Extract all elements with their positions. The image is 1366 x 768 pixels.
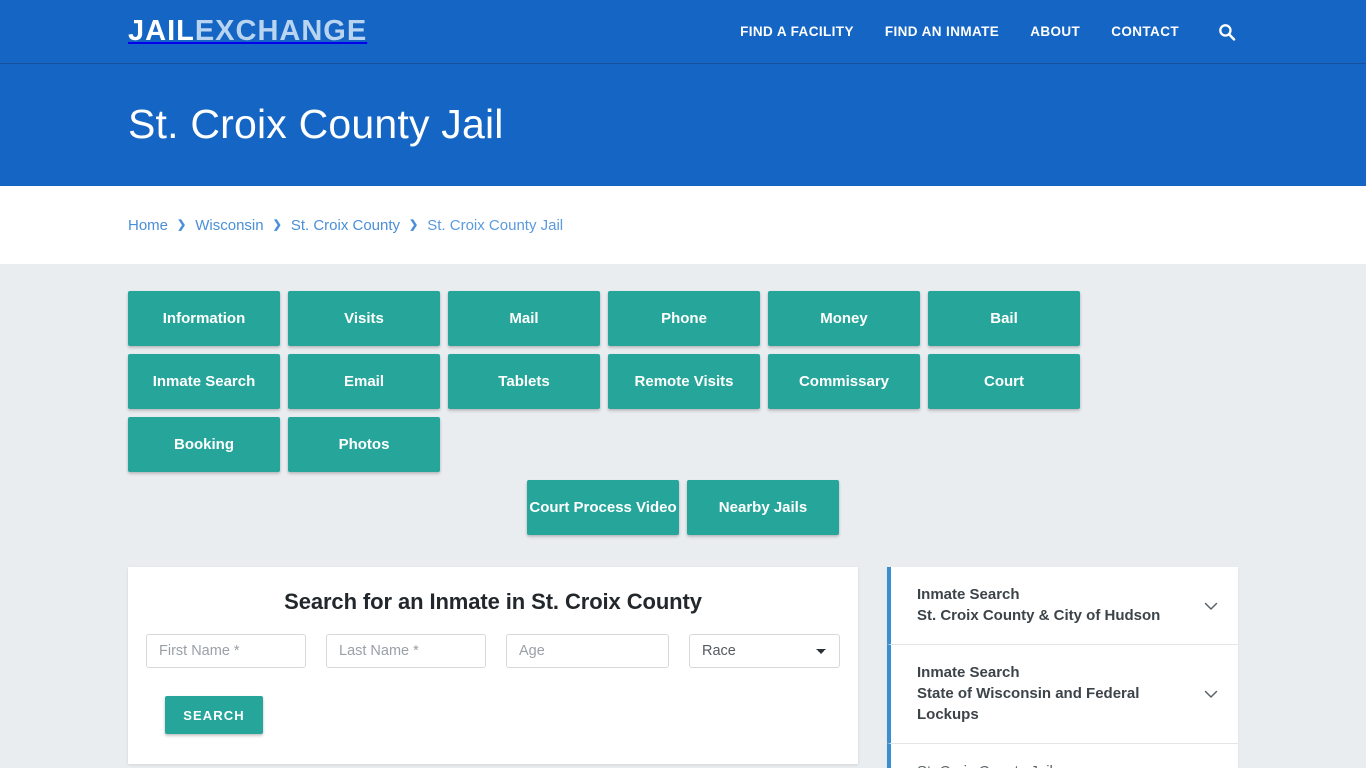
site-logo[interactable]: JAILEXCHANGE <box>128 17 367 46</box>
facility-section-tiles-row-3: Court Process Video Nearby Jails <box>128 480 1238 535</box>
accordion-item-text: St. Croix County Jail Contact Informatio… <box>917 762 1192 768</box>
chevron-down-icon <box>1202 685 1220 703</box>
first-name-input[interactable] <box>146 634 306 668</box>
tile-court-process-video[interactable]: Court Process Video <box>527 480 679 535</box>
inmate-search-card: Search for an Inmate in St. Croix County… <box>128 567 858 764</box>
sidebar-accordion: Inmate Search St. Croix County & City of… <box>887 567 1238 768</box>
chevron-right-icon: ❯ <box>272 218 282 231</box>
breadcrumb: Home ❯ Wisconsin ❯ St. Croix County ❯ St… <box>128 217 563 234</box>
search-fields: Race <box>146 634 840 668</box>
breadcrumb-item-current[interactable]: St. Croix County Jail <box>427 217 563 234</box>
tile-tablets[interactable]: Tablets <box>448 354 600 409</box>
accordion-item-line2: State of Wisconsin and Federal Lockups <box>917 685 1140 723</box>
age-input[interactable] <box>506 634 669 668</box>
accordion-item-inmate-search-state[interactable]: Inmate Search State of Wisconsin and Fed… <box>887 645 1238 745</box>
tile-inmate-search[interactable]: Inmate Search <box>128 354 280 409</box>
tile-booking[interactable]: Booking <box>128 417 280 472</box>
nav-item-about[interactable]: ABOUT <box>1030 24 1080 39</box>
accordion-item-line1: Inmate Search <box>917 586 1020 603</box>
breadcrumb-item-home[interactable]: Home <box>128 217 168 234</box>
tile-email[interactable]: Email <box>288 354 440 409</box>
page-body: Information Visits Mail Phone Money Bail… <box>0 264 1366 768</box>
chevron-right-icon: ❯ <box>409 218 419 231</box>
breadcrumb-item-st-croix-county[interactable]: St. Croix County <box>291 217 400 234</box>
tile-court[interactable]: Court <box>928 354 1080 409</box>
tile-information[interactable]: Information <box>128 291 280 346</box>
search-icon[interactable] <box>1216 21 1238 43</box>
nav-item-contact[interactable]: CONTACT <box>1111 24 1179 39</box>
content-columns: Search for an Inmate in St. Croix County… <box>128 567 1238 768</box>
accordion-item-text: Inmate Search St. Croix County & City of… <box>917 585 1192 626</box>
tile-nearby-jails[interactable]: Nearby Jails <box>687 480 839 535</box>
top-navigation-bar: JAILEXCHANGE FIND A FACILITY FIND AN INM… <box>0 0 1366 64</box>
main-column: Search for an Inmate in St. Croix County… <box>128 567 858 768</box>
accordion-item-inmate-search-county[interactable]: Inmate Search St. Croix County & City of… <box>887 567 1238 646</box>
accordion-item-line1: St. Croix County Jail <box>917 762 1192 768</box>
sidebar-column: Inmate Search St. Croix County & City of… <box>887 567 1238 768</box>
chevron-right-icon: ❯ <box>177 218 187 231</box>
facility-section-tiles: Information Visits Mail Phone Money Bail… <box>128 264 1238 472</box>
tile-remote-visits[interactable]: Remote Visits <box>608 354 760 409</box>
search-heading: Search for an Inmate in St. Croix County <box>284 589 702 614</box>
accordion-item-contact-information[interactable]: St. Croix County Jail Contact Informatio… <box>887 744 1238 768</box>
logo-text-secondary: EXCHANGE <box>194 15 368 47</box>
tile-visits[interactable]: Visits <box>288 291 440 346</box>
tile-photos[interactable]: Photos <box>288 417 440 472</box>
nav-item-find-a-facility[interactable]: FIND A FACILITY <box>740 24 854 39</box>
tile-commissary[interactable]: Commissary <box>768 354 920 409</box>
race-select[interactable]: Race <box>689 634 840 668</box>
chevron-down-icon <box>1202 597 1220 615</box>
logo-text-primary: JAIL <box>128 15 195 47</box>
last-name-input[interactable] <box>326 634 486 668</box>
tile-money[interactable]: Money <box>768 291 920 346</box>
tile-bail[interactable]: Bail <box>928 291 1080 346</box>
tile-phone[interactable]: Phone <box>608 291 760 346</box>
accordion-item-text: Inmate Search State of Wisconsin and Fed… <box>917 663 1192 725</box>
accordion-item-line1: Inmate Search <box>917 664 1020 682</box>
page-title: St. Croix County Jail <box>128 101 504 148</box>
breadcrumb-bar: Home ❯ Wisconsin ❯ St. Croix County ❯ St… <box>0 186 1366 264</box>
page-hero: St. Croix County Jail <box>0 64 1366 186</box>
nav-item-find-an-inmate[interactable]: FIND AN INMATE <box>885 24 999 39</box>
breadcrumb-item-wisconsin[interactable]: Wisconsin <box>195 217 263 234</box>
tile-mail[interactable]: Mail <box>448 291 600 346</box>
accordion-item-line2: St. Croix County & City of Hudson <box>917 606 1161 624</box>
search-button[interactable]: SEARCH <box>165 696 263 734</box>
primary-nav: FIND A FACILITY FIND AN INMATE ABOUT CON… <box>740 21 1238 43</box>
